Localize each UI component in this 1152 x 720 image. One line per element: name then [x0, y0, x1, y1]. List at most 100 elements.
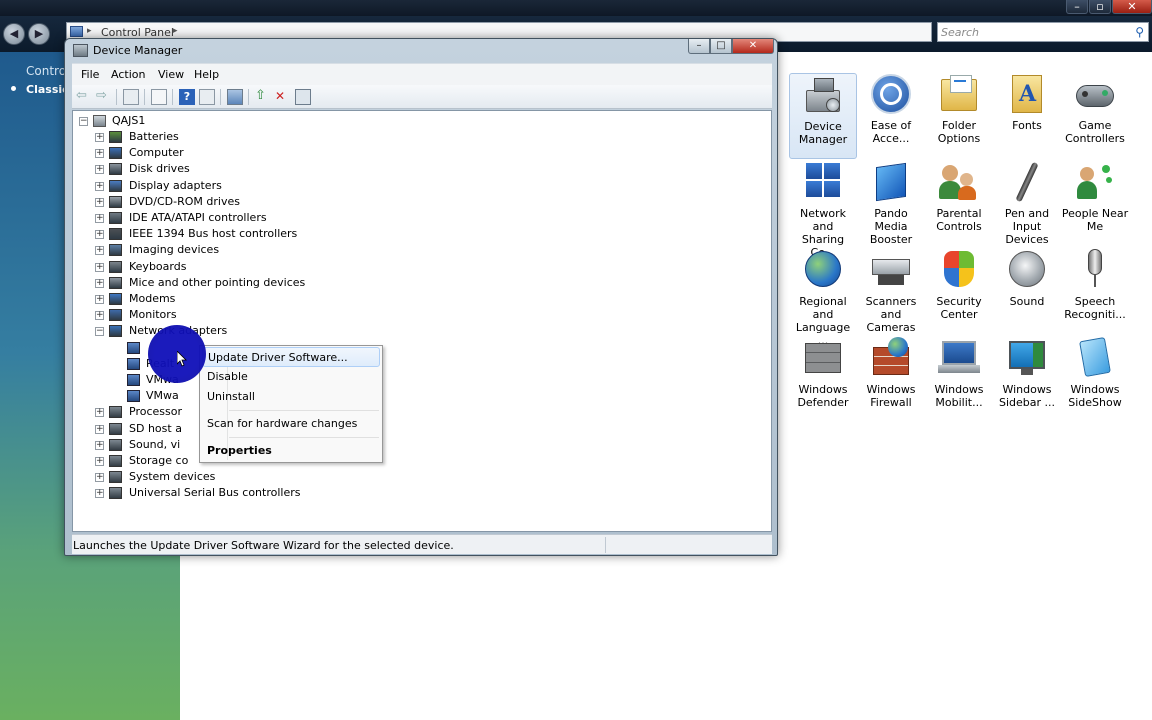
menu-item-properties[interactable]: Properties: [202, 441, 380, 461]
cp-item-sound[interactable]: Sound: [993, 249, 1061, 335]
cp-item-device-manager[interactable]: Device Manager: [789, 73, 857, 159]
cp-item-folder-options[interactable]: Folder Options: [925, 73, 993, 159]
tree-category[interactable]: + IDE ATA/ATAPI controllers: [73, 210, 393, 226]
expand-icon[interactable]: +: [95, 149, 104, 159]
cp-item-label-1: Ease of: [870, 119, 912, 132]
menu-file[interactable]: File: [81, 68, 99, 81]
expand-icon[interactable]: +: [95, 230, 104, 240]
close-button[interactable]: ✕: [732, 39, 774, 54]
expand-icon[interactable]: +: [95, 489, 104, 499]
tree-category[interactable]: − Network adapters: [73, 323, 393, 339]
cp-item-label-1: Pen and: [1004, 207, 1050, 220]
tree-category[interactable]: + Keyboards: [73, 259, 393, 275]
cp-item-parental-controls[interactable]: Parental Controls: [925, 161, 993, 247]
breadcrumb-arrow-icon[interactable]: ▸: [87, 26, 92, 36]
menu-action[interactable]: Action: [111, 68, 145, 81]
cp-item-network-sharing[interactable]: Network andSharing Ce...: [789, 161, 857, 259]
expand-icon[interactable]: +: [95, 165, 104, 175]
forward-button[interactable]: ▶: [28, 23, 50, 45]
cp-item-speech-recognition[interactable]: Speech Recogniti...: [1061, 249, 1129, 335]
device-manager-icon: [802, 74, 844, 116]
menu-item-update-driver-software[interactable]: Update Driver Software...: [202, 347, 380, 367]
expand-icon[interactable]: +: [95, 262, 104, 272]
expand-icon[interactable]: +: [95, 133, 104, 142]
help-icon[interactable]: ?: [179, 89, 195, 105]
cp-item-windows-sidebar[interactable]: Windows Sidebar ...: [993, 337, 1061, 423]
cp-item-pando-media-booster[interactable]: Pando Media Booster: [857, 161, 925, 247]
bullet-icon: [11, 86, 16, 91]
tree-category[interactable]: + Computer: [73, 145, 393, 161]
expand-icon[interactable]: +: [95, 457, 104, 466]
action-pane-icon[interactable]: [199, 89, 215, 105]
expand-icon[interactable]: +: [95, 278, 104, 288]
cp-item-game-controllers[interactable]: Game Controllers: [1061, 73, 1129, 159]
cp-item-security-center[interactable]: Security Center: [925, 249, 993, 335]
cp-item-label-2: Acce...: [872, 132, 910, 145]
cp-item-windows-mobility[interactable]: Windows Mobilit...: [925, 337, 993, 423]
tree-category[interactable]: + Batteries: [73, 129, 393, 145]
maximize-button[interactable]: ▫: [1089, 0, 1111, 14]
tree-category[interactable]: + Disk drives: [73, 161, 393, 177]
tree-category[interactable]: + Modems: [73, 291, 393, 307]
cp-item-people-near-me[interactable]: People Near Me: [1061, 161, 1129, 247]
collapse-icon[interactable]: −: [95, 327, 104, 337]
expand-icon[interactable]: +: [95, 181, 104, 191]
expand-icon[interactable]: +: [95, 311, 104, 321]
back-arrow-icon[interactable]: ⇦: [76, 89, 92, 105]
minimize-button[interactable]: –: [688, 39, 710, 54]
update-driver-icon[interactable]: ⇧: [255, 89, 271, 105]
cp-item-label-2: Firewall: [870, 396, 912, 409]
expand-icon[interactable]: +: [95, 214, 104, 223]
cp-item-scanners-cameras[interactable]: Scanners and Cameras: [857, 249, 925, 335]
cp-item-fonts[interactable]: A Fonts: [993, 73, 1061, 159]
expand-icon[interactable]: +: [95, 246, 104, 256]
disable-device-icon[interactable]: [295, 89, 311, 105]
cp-item-label-2: Defender: [797, 396, 849, 409]
tree-category[interactable]: + Monitors: [73, 307, 393, 323]
uninstall-icon[interactable]: ✕: [275, 89, 291, 105]
expand-icon[interactable]: +: [95, 408, 104, 418]
close-button[interactable]: ✕: [1112, 0, 1152, 14]
game-controllers-icon: [1074, 73, 1116, 115]
tree-root[interactable]: − QAJS1: [73, 113, 373, 129]
properties-icon[interactable]: [151, 89, 167, 105]
menu-item-scan-hardware-changes[interactable]: Scan for hardware changes: [202, 414, 380, 434]
breadcrumb-chevron-icon[interactable]: ▸: [173, 26, 178, 36]
cp-item-ease-of-access[interactable]: Ease of Acce...: [857, 73, 925, 159]
tree-category-label: IEEE 1394 Bus host controllers: [129, 227, 298, 241]
tree-category[interactable]: + IEEE 1394 Bus host controllers: [73, 226, 393, 242]
menu-item-disable[interactable]: Disable: [202, 367, 380, 387]
collapse-icon[interactable]: −: [79, 117, 88, 126]
cp-item-pen-input-devices[interactable]: Pen and Input Devices: [993, 161, 1061, 247]
back-button[interactable]: ◀: [3, 23, 25, 45]
tree-category[interactable]: + Display adapters: [73, 178, 393, 194]
sidebar-classic-view[interactable]: Classic: [26, 83, 69, 96]
tree-category[interactable]: + Mice and other pointing devices: [73, 275, 393, 291]
tree-category[interactable]: + Universal Serial Bus controllers: [73, 485, 393, 501]
expand-icon[interactable]: +: [95, 473, 104, 483]
sidebar-control-panel-home[interactable]: Control: [26, 64, 69, 78]
maximize-button[interactable]: □: [710, 39, 732, 54]
search-icon[interactable]: ⚲: [1135, 25, 1144, 39]
device-tree[interactable]: − QAJS1 + Batteries + Computer + Disk drives +…: [72, 110, 772, 532]
expand-icon[interactable]: +: [95, 295, 104, 304]
menu-help[interactable]: Help: [194, 68, 219, 81]
menu-view[interactable]: View: [158, 68, 184, 81]
cp-item-windows-defender[interactable]: Windows Defender: [789, 337, 857, 423]
search-field[interactable]: Search ⚲: [937, 22, 1149, 42]
tree-category[interactable]: + System devices: [73, 469, 393, 485]
cp-item-windows-firewall[interactable]: Windows Firewall: [857, 337, 925, 423]
tree-category[interactable]: + Imaging devices: [73, 242, 393, 258]
search-input[interactable]: Search: [941, 26, 979, 39]
cp-item-windows-sideshow[interactable]: Windows SideShow: [1061, 337, 1129, 423]
show-hide-tree-icon[interactable]: [123, 89, 139, 105]
cp-item-regional-language[interactable]: Regional and Language ...: [789, 249, 857, 347]
minimize-button[interactable]: –: [1066, 0, 1088, 14]
scan-hardware-icon[interactable]: [227, 89, 243, 105]
menu-item-uninstall[interactable]: Uninstall: [202, 387, 380, 407]
tree-category[interactable]: + DVD/CD-ROM drives: [73, 194, 393, 210]
expand-icon[interactable]: +: [95, 197, 104, 207]
forward-arrow-icon[interactable]: ⇨: [96, 89, 112, 105]
expand-icon[interactable]: +: [95, 440, 104, 450]
expand-icon[interactable]: +: [95, 424, 104, 434]
